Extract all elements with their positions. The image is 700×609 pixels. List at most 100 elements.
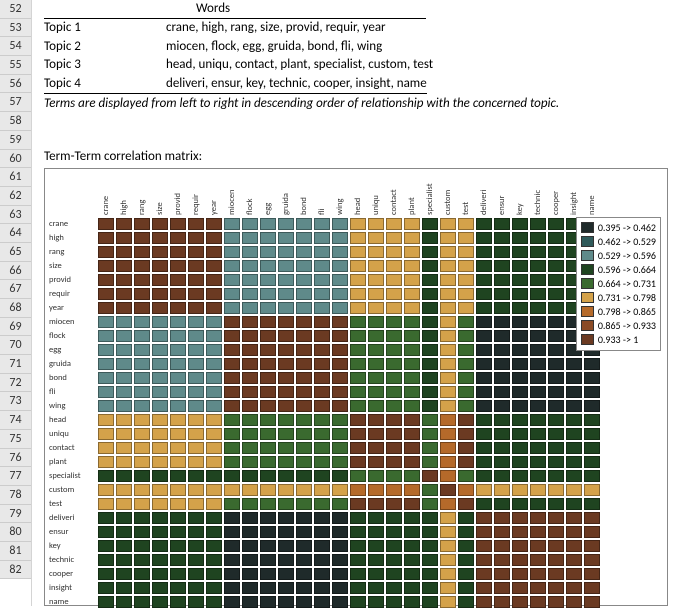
heatmap-cell (493, 287, 511, 301)
heatmap-cell (421, 343, 439, 357)
row-header-cell[interactable]: 76 (0, 449, 31, 468)
heatmap-cell (223, 371, 241, 385)
matrix-row-label: ensur (47, 525, 95, 539)
row-header-cell[interactable]: 81 (0, 542, 31, 561)
row-header-cell[interactable]: 53 (0, 19, 31, 38)
heatmap-cell (169, 315, 187, 329)
row-header-cell[interactable]: 62 (0, 187, 31, 206)
heatmap-cell (313, 385, 331, 399)
heatmap-cell (349, 315, 367, 329)
heatmap-cell (313, 217, 331, 231)
heatmap-cell (223, 231, 241, 245)
row-header-cell[interactable]: 63 (0, 206, 31, 225)
heatmap-cell (259, 315, 277, 329)
heatmap-cell (403, 343, 421, 357)
row-header-cell[interactable]: 58 (0, 112, 31, 131)
row-header-cell[interactable]: 61 (0, 168, 31, 187)
heatmap-cell (187, 511, 205, 525)
heatmap-cell (547, 287, 565, 301)
heatmap-cell (187, 553, 205, 567)
row-header-cell[interactable]: 68 (0, 299, 31, 318)
row-header-cell[interactable]: 65 (0, 243, 31, 262)
matrix-row-label: fli (47, 385, 95, 399)
heatmap-cell (205, 329, 223, 343)
row-header-cell[interactable]: 70 (0, 336, 31, 355)
heatmap-cell (241, 343, 259, 357)
heatmap-row (97, 301, 601, 315)
heatmap-cell (133, 287, 151, 301)
heatmap-cell (385, 539, 403, 553)
heatmap-cell (313, 441, 331, 455)
row-header-cell[interactable]: 72 (0, 374, 31, 393)
heatmap-cell (547, 259, 565, 273)
heatmap-cell (547, 315, 565, 329)
heatmap-cell (277, 231, 295, 245)
matrix-col-label: name (583, 171, 601, 215)
heatmap-cell (385, 315, 403, 329)
heatmap-cell (151, 441, 169, 455)
heatmap-cell (385, 357, 403, 371)
row-header-cell[interactable]: 75 (0, 430, 31, 449)
heatmap-cell (367, 287, 385, 301)
row-header-cell[interactable]: 73 (0, 392, 31, 411)
row-header-cell[interactable]: 64 (0, 224, 31, 243)
heatmap-cell (349, 595, 367, 609)
heatmap-cell (223, 595, 241, 609)
heatmap-cell (349, 511, 367, 525)
row-header-cell[interactable]: 67 (0, 280, 31, 299)
row-header-cell[interactable]: 79 (0, 505, 31, 524)
row-header-cell[interactable]: 55 (0, 56, 31, 75)
row-header-cell[interactable]: 59 (0, 131, 31, 150)
row-header-cell[interactable]: 78 (0, 486, 31, 505)
heatmap-cell (403, 315, 421, 329)
row-header-cell[interactable]: 80 (0, 523, 31, 542)
heatmap-cell (493, 539, 511, 553)
heatmap-cell (421, 525, 439, 539)
row-header-cell[interactable]: 77 (0, 467, 31, 486)
row-header-cell[interactable]: 57 (0, 93, 31, 112)
heatmap-cell (565, 357, 583, 371)
heatmap-cell (547, 385, 565, 399)
topic-words: miocen, flock, egg, gruida, bond, fli, w… (166, 38, 382, 57)
heatmap-cell (133, 217, 151, 231)
row-headers: 5253545556575859606162636465666768697071… (0, 0, 32, 606)
heatmap-cell (97, 385, 115, 399)
row-header-cell[interactable]: 74 (0, 411, 31, 430)
row-header-cell[interactable]: 66 (0, 262, 31, 281)
row-header-cell[interactable]: 69 (0, 318, 31, 337)
heatmap-cell (457, 441, 475, 455)
heatmap-cell (475, 231, 493, 245)
heatmap-cell (115, 245, 133, 259)
heatmap-cell (583, 567, 601, 581)
heatmap-cell (403, 371, 421, 385)
heatmap-cell (547, 357, 565, 371)
heatmap-cell (295, 427, 313, 441)
row-header-cell[interactable]: 56 (0, 75, 31, 94)
heatmap-cell (565, 567, 583, 581)
heatmap-cell (277, 413, 295, 427)
heatmap-cell (313, 553, 331, 567)
row-header-cell[interactable]: 71 (0, 355, 31, 374)
heatmap-cell (439, 231, 457, 245)
row-header-cell[interactable]: 52 (0, 0, 31, 19)
matrix-row-label: custom (47, 483, 95, 497)
heatmap-row (97, 315, 601, 329)
row-header-cell[interactable]: 60 (0, 150, 31, 169)
row-header-cell[interactable]: 54 (0, 37, 31, 56)
heatmap-cell (295, 567, 313, 581)
heatmap-cell (151, 301, 169, 315)
heatmap-cell (295, 525, 313, 539)
heatmap-row (97, 413, 601, 427)
heatmap-cell (421, 567, 439, 581)
matrix-row-label: head (47, 413, 95, 427)
heatmap-cell (367, 217, 385, 231)
heatmap-cell (457, 287, 475, 301)
heatmap-cell (367, 399, 385, 413)
row-header-cell[interactable]: 82 (0, 561, 31, 580)
heatmap-cell (367, 231, 385, 245)
heatmap-cell (511, 315, 529, 329)
heatmap-cell (439, 455, 457, 469)
heatmap-cell (475, 525, 493, 539)
heatmap-cell (385, 301, 403, 315)
heatmap-cell (529, 399, 547, 413)
